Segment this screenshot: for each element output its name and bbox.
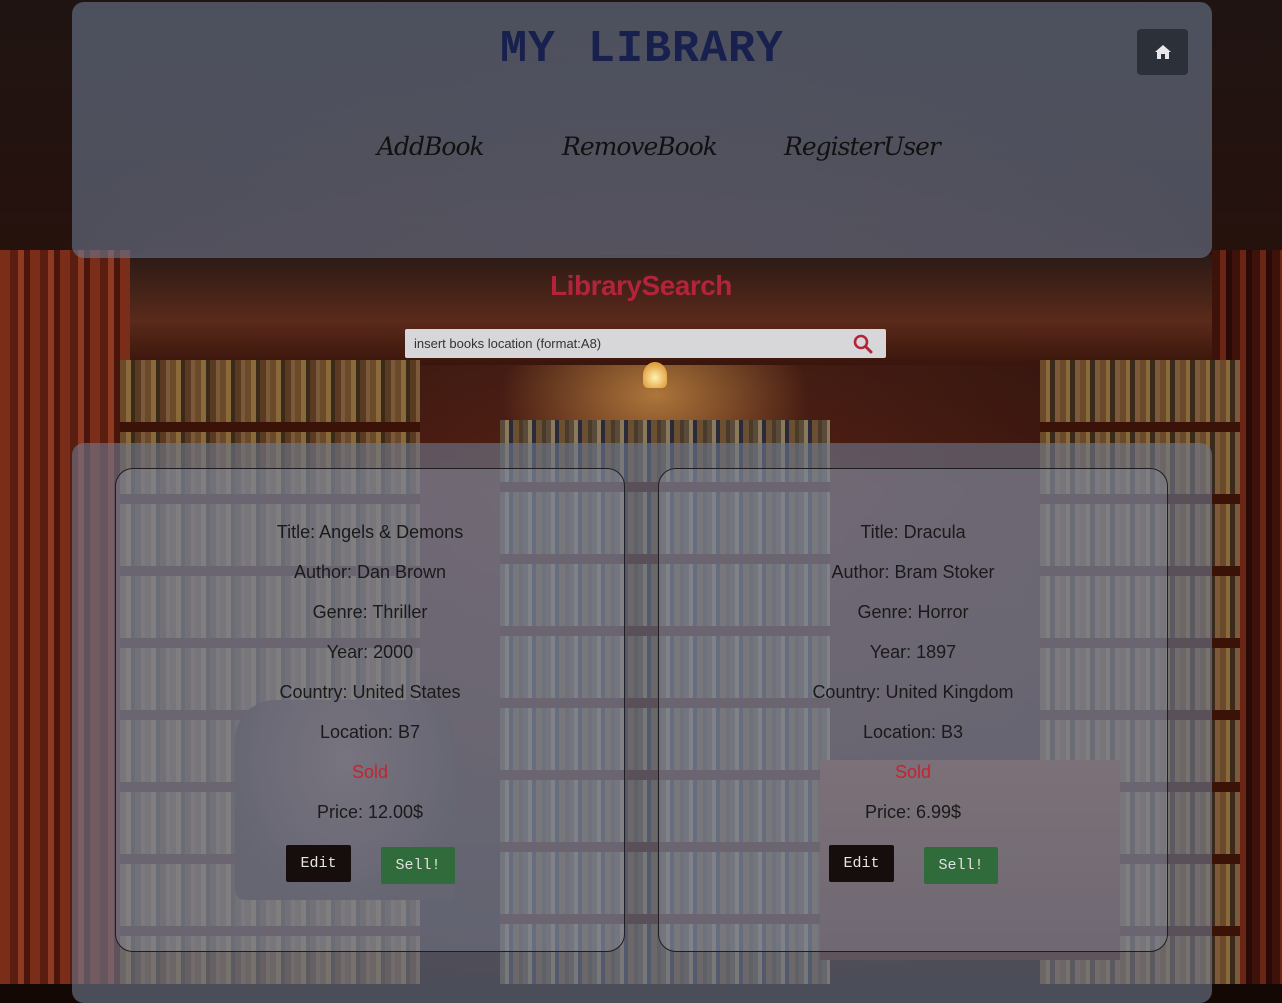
search-title-search: Search — [641, 270, 733, 301]
edit-button[interactable]: Edit — [286, 845, 351, 882]
home-button[interactable] — [1137, 29, 1188, 75]
book-country: Country: United Kingdom — [812, 682, 1014, 702]
book-title: Title: Angels & Demons — [276, 522, 464, 542]
book-genre: Genre: Horror — [857, 602, 969, 622]
book-author: Author: Bram Stoker — [831, 562, 995, 582]
book-card: Title: Angels & Demons Author: Dan Brown… — [115, 468, 625, 952]
book-location: Location: B3 — [862, 722, 964, 742]
nav-remove-book[interactable]: RemoveBook — [562, 132, 718, 161]
book-author: Author: Dan Brown — [293, 562, 447, 582]
book-status: Sold — [351, 762, 389, 782]
book-card: Title: Dracula Author: Bram Stoker Genre… — [658, 468, 1168, 952]
edit-button[interactable]: Edit — [829, 845, 894, 882]
book-year: Year: 1897 — [869, 642, 957, 662]
nav-register-user[interactable]: RegisterUser — [784, 132, 941, 161]
search-title: LibrarySearch — [0, 270, 1282, 302]
search-input[interactable] — [405, 329, 835, 358]
search-icon — [853, 334, 873, 354]
header-panel: MY LIBRARY AddBook RemoveBook RegisterUs… — [72, 2, 1212, 258]
search-button[interactable] — [852, 334, 874, 354]
search-bar — [405, 329, 886, 358]
book-price: Price: 6.99$ — [864, 802, 962, 822]
book-title: Title: Dracula — [860, 522, 966, 542]
book-country: Country: United States — [279, 682, 461, 702]
results-panel: Title: Angels & Demons Author: Dan Brown… — [72, 443, 1212, 1003]
background-lamp — [643, 362, 667, 388]
site-title: MY LIBRARY — [499, 24, 785, 75]
home-icon — [1154, 45, 1171, 59]
search-title-library: Library — [550, 270, 642, 301]
sell-button[interactable]: Sell! — [924, 847, 998, 884]
book-location: Location: B7 — [319, 722, 421, 742]
book-price: Price: 12.00$ — [316, 802, 424, 822]
nav-add-book[interactable]: AddBook — [377, 132, 485, 161]
book-genre: Genre: Thriller — [312, 602, 428, 622]
book-year: Year: 2000 — [326, 642, 414, 662]
sell-button[interactable]: Sell! — [381, 847, 455, 884]
book-status: Sold — [894, 762, 932, 782]
